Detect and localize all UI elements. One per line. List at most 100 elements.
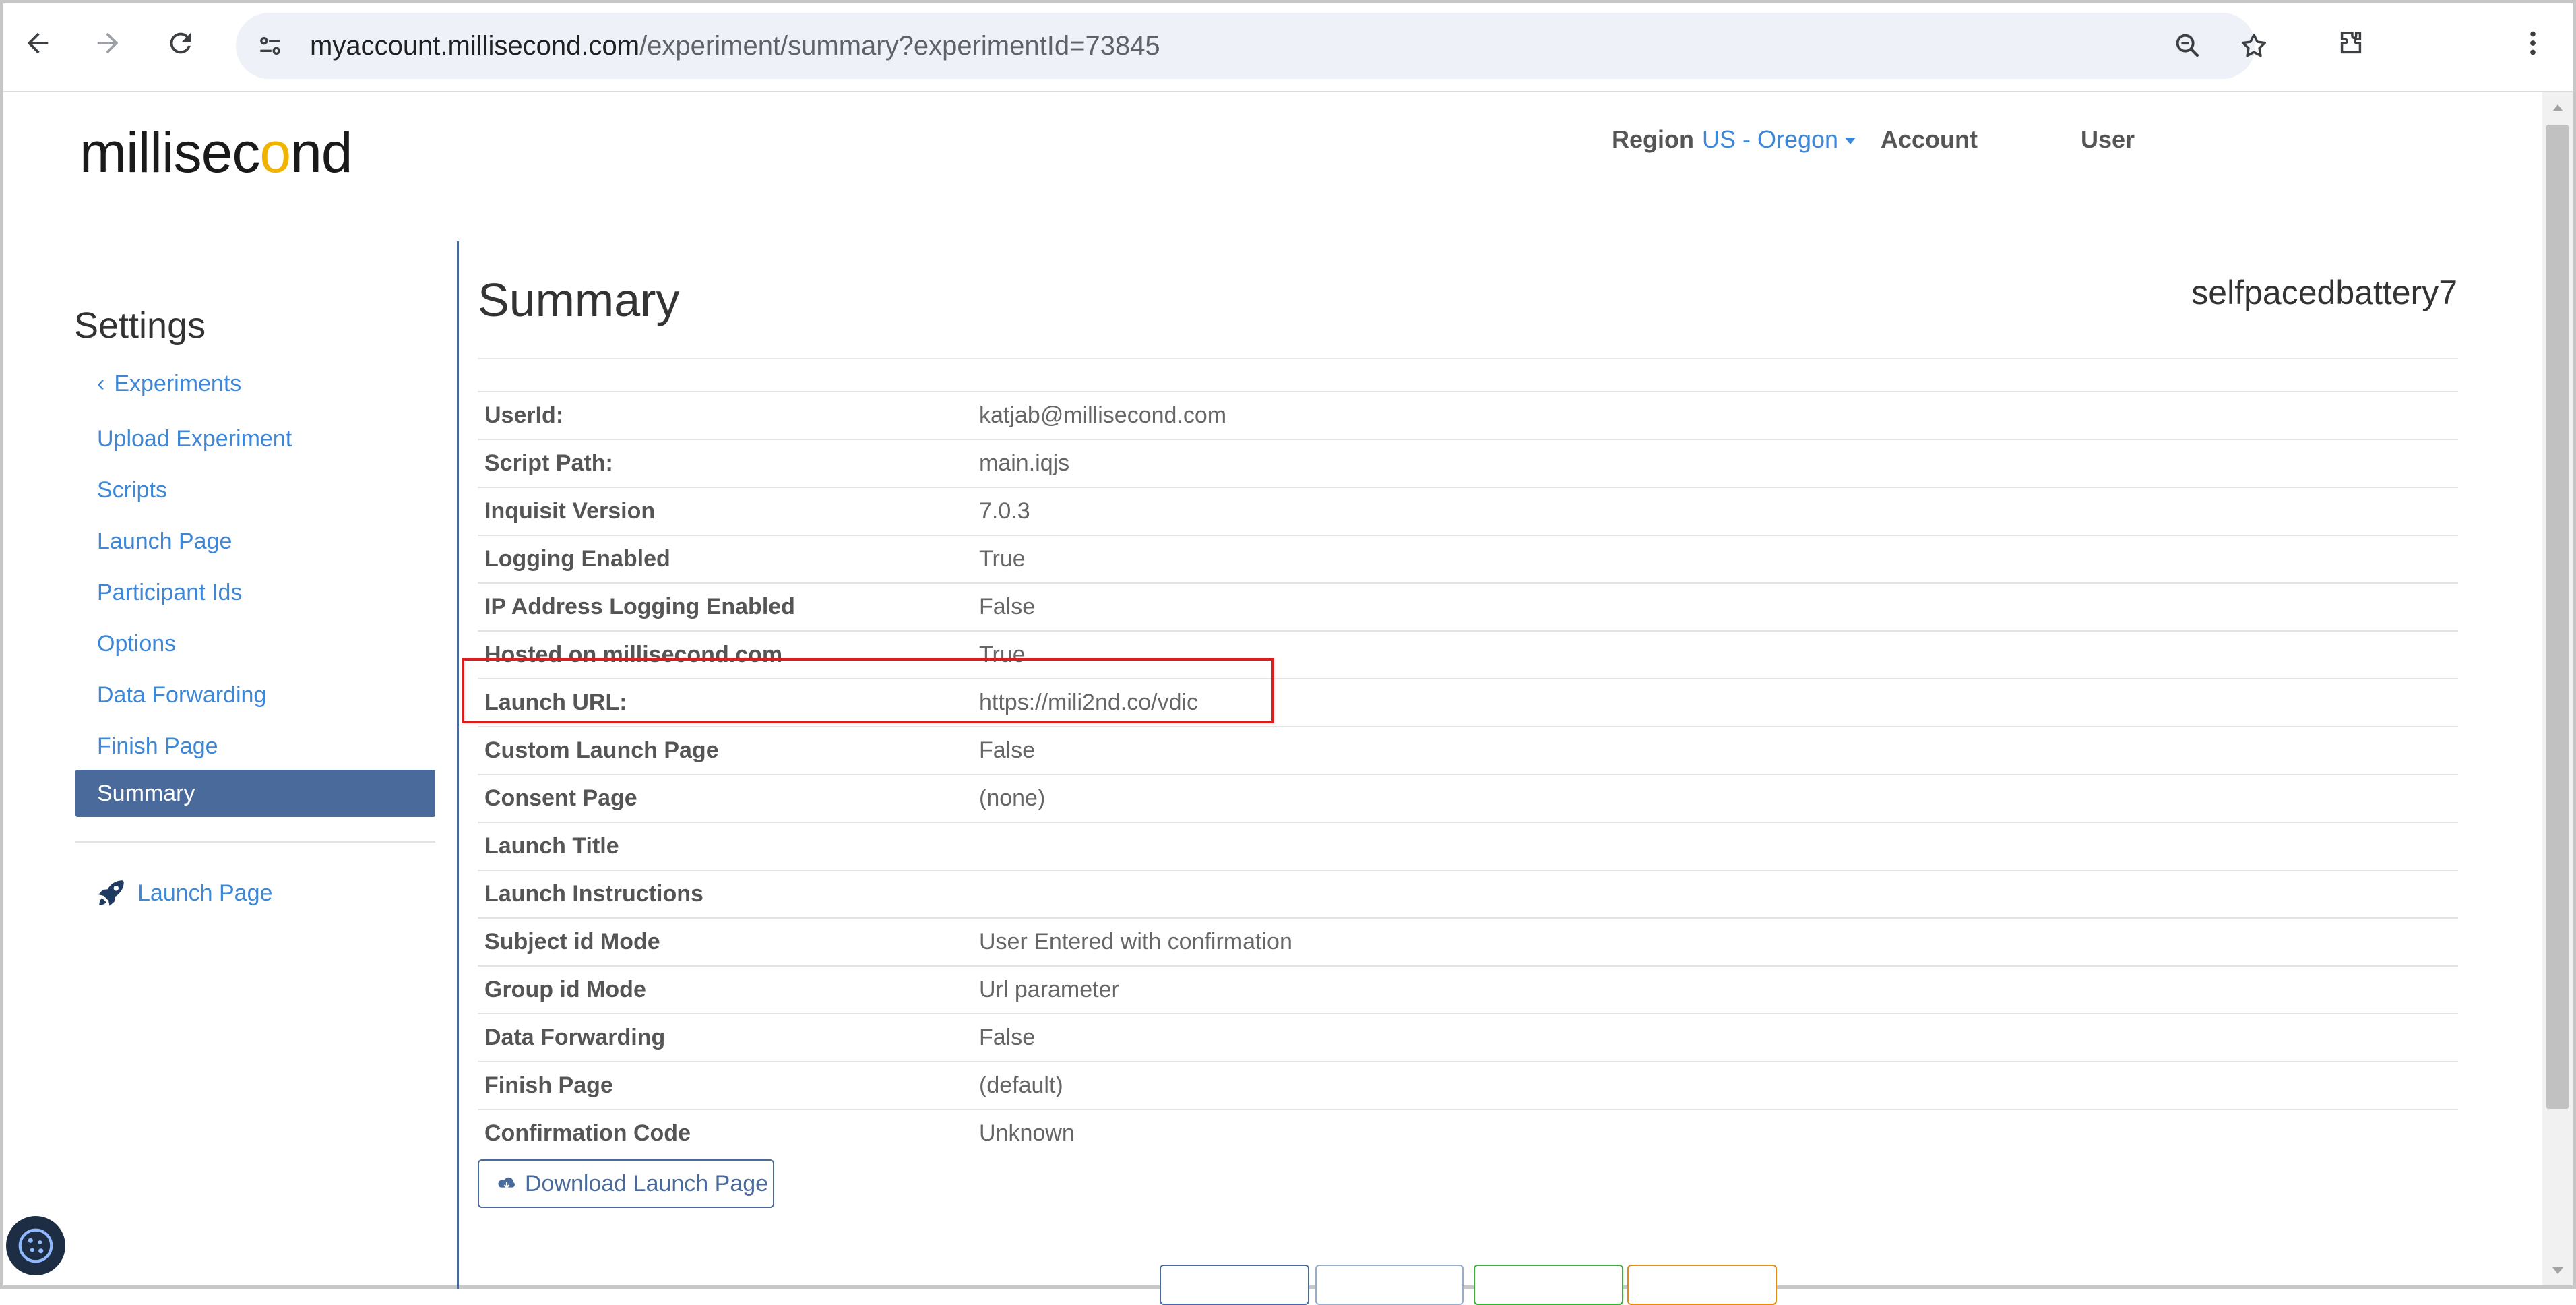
save-button[interactable] xyxy=(1474,1265,1623,1305)
sidebar-item-launch-page[interactable]: Launch Page xyxy=(97,527,232,555)
site-info-button[interactable] xyxy=(251,26,290,65)
row-key: Inquisit Version xyxy=(484,498,656,524)
scroll-down-button[interactable] xyxy=(2542,1255,2573,1285)
back-link-label: Experiments xyxy=(114,371,242,396)
sidebar-title: Settings xyxy=(74,305,206,346)
rocket-icon xyxy=(98,880,124,906)
logo-text-d: nd xyxy=(290,121,352,184)
title-divider xyxy=(478,358,2458,359)
chevron-left-icon: ‹ xyxy=(97,371,105,396)
close-button[interactable] xyxy=(1627,1265,1777,1305)
forward-button[interactable] xyxy=(87,22,129,64)
scroll-up-icon xyxy=(2552,104,2563,111)
user-link[interactable]: User xyxy=(2081,125,2135,154)
row-key: IP Address Logging Enabled xyxy=(484,594,795,619)
table-row: Script Path: main.iqjs xyxy=(478,439,2458,487)
launch-url-highlight-box xyxy=(462,658,1274,723)
back-to-experiments-link[interactable]: ‹ Experiments xyxy=(97,369,241,398)
row-key: Custom Launch Page xyxy=(484,737,719,763)
address-bar[interactable]: myaccount.millisecond.com/experiment/sum… xyxy=(236,13,2267,79)
url-host: myaccount.millisecond.com xyxy=(310,31,640,61)
row-key: Group id Mode xyxy=(484,977,646,1002)
cookie-settings-button[interactable] xyxy=(6,1216,65,1275)
cloud-download-icon xyxy=(498,1177,515,1189)
row-key: Finish Page xyxy=(484,1072,613,1098)
window-frame-left xyxy=(0,0,3,1289)
row-key: Data Forwarding xyxy=(484,1025,666,1050)
scroll-up-button[interactable] xyxy=(2542,92,2573,123)
row-key: Subject id Mode xyxy=(484,929,660,954)
sidebar-item-options[interactable]: Options xyxy=(97,630,176,658)
table-row: Inquisit Version 7.0.3 xyxy=(478,487,2458,535)
browser-menu-button[interactable] xyxy=(2512,22,2554,64)
row-value: main.iqjs xyxy=(979,450,1070,476)
scroll-down-icon xyxy=(2552,1267,2563,1274)
bookmark-button[interactable] xyxy=(2234,26,2273,65)
sidebar-item-summary-label: Summary xyxy=(97,781,195,806)
page-title: Summary xyxy=(478,274,680,326)
row-key: Confirmation Code xyxy=(484,1120,691,1146)
logo-text-c: o xyxy=(259,121,291,184)
row-key: Launch Instructions xyxy=(484,881,703,907)
zoom-button[interactable] xyxy=(2168,26,2207,65)
table-row: Launch Instructions xyxy=(478,870,2458,917)
sidebar-item-data-forwarding[interactable]: Data Forwarding xyxy=(97,681,266,709)
row-key: Logging Enabled xyxy=(484,546,670,572)
row-value: Unknown xyxy=(979,1120,1075,1146)
summary-table: UserId: katjab@millisecond.com Script Pat… xyxy=(478,391,2458,1157)
download-button-label: Download Launch Page xyxy=(525,1170,769,1196)
extensions-icon xyxy=(2340,31,2362,54)
millisecond-logo[interactable]: millisecond xyxy=(80,120,353,185)
row-value: False xyxy=(979,737,1036,763)
row-value: Url parameter xyxy=(979,977,1119,1002)
table-row: Group id Mode Url parameter xyxy=(478,965,2458,1013)
scroll-thumb[interactable] xyxy=(2546,125,2569,1109)
logo-text-a: millise xyxy=(80,121,232,184)
back-arrow-icon xyxy=(27,32,49,54)
reload-button[interactable] xyxy=(160,22,201,64)
browser-toolbar: myaccount.millisecond.com/experiment/sum… xyxy=(3,3,2573,92)
bookmark-star-icon xyxy=(2241,33,2267,57)
table-row: Custom Launch Page False xyxy=(478,726,2458,774)
region-dropdown[interactable]: US - Oregon xyxy=(1702,125,1856,154)
table-row: IP Address Logging Enabled False xyxy=(478,582,2458,630)
experiment-name: selfpacedbattery7 xyxy=(2191,274,2457,311)
next-button[interactable] xyxy=(1315,1265,1464,1305)
url-text: myaccount.millisecond.com/experiment/sum… xyxy=(310,29,1160,63)
row-value: 7.0.3 xyxy=(979,498,1030,524)
row-value: True xyxy=(979,546,1026,572)
previous-button[interactable] xyxy=(1160,1265,1309,1305)
table-row: Subject id Mode User Entered with confirm… xyxy=(478,917,2458,965)
url-path: /experiment/summary?experimentId=73845 xyxy=(639,31,1160,61)
back-button[interactable] xyxy=(17,22,59,64)
region-value: US - Oregon xyxy=(1702,125,1839,153)
logo-text-b: c xyxy=(232,121,260,184)
row-value: False xyxy=(979,1025,1036,1050)
row-key: Launch Title xyxy=(484,833,619,859)
table-row: Logging Enabled True xyxy=(478,535,2458,582)
sidebar-item-participant-ids[interactable]: Participant Ids xyxy=(97,578,242,607)
account-link[interactable]: Account xyxy=(1881,125,1978,154)
row-key: Script Path: xyxy=(484,450,613,476)
cookie-icon xyxy=(18,1228,53,1263)
sidebar-item-summary[interactable]: Summary xyxy=(75,770,435,817)
launch-page-link[interactable]: Launch Page xyxy=(94,876,272,910)
download-launch-page-button[interactable]: Download Launch Page xyxy=(478,1159,774,1208)
sidebar-item-finish-page[interactable]: Finish Page xyxy=(97,732,218,760)
reload-icon xyxy=(170,32,191,54)
vertical-scrollbar[interactable] xyxy=(2542,92,2573,1285)
row-value: katjab@millisecond.com xyxy=(979,402,1227,428)
sidebar-item-scripts[interactable]: Scripts xyxy=(97,476,167,504)
row-value: False xyxy=(979,594,1036,619)
row-value: (default) xyxy=(979,1072,1063,1098)
sidebar-divider xyxy=(75,841,435,843)
kebab-menu-icon xyxy=(2530,31,2536,55)
table-row: Finish Page (default) xyxy=(478,1061,2458,1109)
table-row: UserId: katjab@millisecond.com xyxy=(478,391,2458,439)
row-key: Consent Page xyxy=(484,785,637,811)
row-value: (none) xyxy=(979,785,1046,811)
forward-arrow-icon xyxy=(97,32,119,54)
extensions-button[interactable] xyxy=(2330,22,2372,64)
sidebar-item-upload-experiment[interactable]: Upload Experiment xyxy=(97,425,292,453)
row-key: UserId: xyxy=(484,402,564,428)
